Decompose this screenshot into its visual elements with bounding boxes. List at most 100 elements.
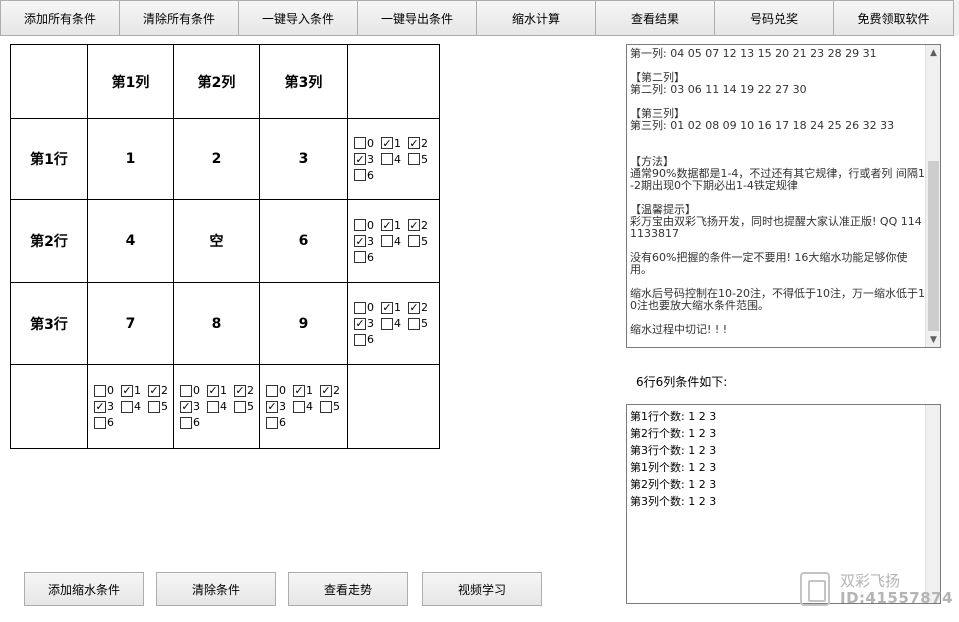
count-checkbox[interactable]: 0 xyxy=(180,384,205,397)
count-checkbox[interactable]: ✓ 2 xyxy=(320,384,345,397)
checkbox-box[interactable] xyxy=(354,169,366,181)
checkbox-box[interactable]: ✓ xyxy=(293,384,305,397)
count-checkbox[interactable]: 6 xyxy=(266,416,291,429)
count-checkbox[interactable]: 6 xyxy=(94,416,119,429)
checkbox-box[interactable] xyxy=(180,416,192,429)
count-checkbox[interactable]: ✓ 1 xyxy=(381,219,406,232)
count-checkbox[interactable]: ✓ 1 xyxy=(121,384,146,397)
clear-condition-button[interactable]: 清除条件 xyxy=(156,572,276,606)
count-checkbox[interactable]: 4 xyxy=(293,400,318,413)
count-checkbox[interactable]: 0 xyxy=(266,384,291,397)
scroll-down-arrow-icon[interactable]: ▼ xyxy=(926,332,940,347)
count-checkbox[interactable]: 0 xyxy=(354,301,379,314)
checkbox-box[interactable] xyxy=(408,153,420,165)
checkbox-box[interactable] xyxy=(408,235,420,247)
count-checkbox[interactable]: 6 xyxy=(354,251,379,264)
checkbox-box[interactable] xyxy=(408,317,420,330)
count-checkbox[interactable]: 0 xyxy=(94,384,119,397)
checkbox-box[interactable]: ✓ xyxy=(354,317,366,330)
view-trend-button[interactable]: 查看走势 xyxy=(288,572,408,606)
checkbox-box[interactable] xyxy=(381,235,393,247)
count-checkbox[interactable]: 4 xyxy=(381,317,406,330)
count-checkbox[interactable]: 5 xyxy=(408,317,433,330)
count-checkbox[interactable]: 5 xyxy=(148,400,173,413)
count-checkbox[interactable]: ✓ 2 xyxy=(148,384,173,397)
checkbox-box[interactable]: ✓ xyxy=(207,384,219,397)
checkbox-box[interactable] xyxy=(207,400,219,413)
checkbox-box[interactable]: ✓ xyxy=(266,400,278,413)
checkbox-box[interactable] xyxy=(381,317,393,330)
count-checkbox[interactable]: ✓ 3 xyxy=(354,235,379,248)
count-checkbox[interactable]: 4 xyxy=(381,235,406,248)
checkbox-box[interactable]: ✓ xyxy=(408,219,420,231)
count-checkbox[interactable]: ✓ 1 xyxy=(293,384,318,397)
checkbox-box[interactable] xyxy=(354,333,366,346)
count-checkbox[interactable]: ✓ 1 xyxy=(207,384,232,397)
info-scroll-thumb[interactable] xyxy=(928,161,939,331)
checkbox-box[interactable] xyxy=(148,400,160,413)
count-checkbox[interactable]: 5 xyxy=(408,153,433,166)
view-results-button[interactable]: 查看结果 xyxy=(595,0,715,36)
checkbox-box[interactable]: ✓ xyxy=(121,384,133,397)
number-prize-check-button[interactable]: 号码兑奖 xyxy=(714,0,834,36)
checkbox-box[interactable] xyxy=(354,301,366,314)
count-checkbox[interactable]: ✓ 3 xyxy=(94,400,119,413)
checkbox-box[interactable] xyxy=(234,400,246,413)
checkbox-box[interactable] xyxy=(354,137,366,149)
import-conditions-button[interactable]: 一键导入条件 xyxy=(238,0,358,36)
checkbox-box[interactable] xyxy=(266,416,278,429)
checkbox-box[interactable]: ✓ xyxy=(320,384,332,397)
clear-all-conditions-button[interactable]: 清除所有条件 xyxy=(119,0,239,36)
count-checkbox[interactable]: ✓ 2 xyxy=(408,137,433,150)
count-checkbox[interactable]: ✓ 2 xyxy=(408,219,433,232)
checkbox-box[interactable]: ✓ xyxy=(381,301,393,314)
checkbox-box[interactable]: ✓ xyxy=(408,301,420,314)
info-textarea[interactable]: 第一列: 04 05 07 12 13 15 20 21 23 28 29 31… xyxy=(626,44,941,348)
count-checkbox[interactable]: ✓ 2 xyxy=(234,384,259,397)
export-conditions-button[interactable]: 一键导出条件 xyxy=(357,0,477,36)
checkbox-box[interactable]: ✓ xyxy=(148,384,160,397)
checkbox-box[interactable]: ✓ xyxy=(354,235,366,247)
scroll-up-arrow-icon[interactable]: ▲ xyxy=(926,45,940,60)
checkbox-box[interactable] xyxy=(354,219,366,231)
checkbox-box[interactable] xyxy=(94,416,106,429)
count-checkbox[interactable]: 5 xyxy=(408,235,433,248)
checkbox-box[interactable]: ✓ xyxy=(94,400,106,413)
checkbox-box[interactable]: ✓ xyxy=(408,137,420,149)
checkbox-box[interactable] xyxy=(266,384,278,397)
count-checkbox[interactable]: 4 xyxy=(207,400,232,413)
add-shrink-condition-button[interactable]: 添加缩水条件 xyxy=(24,572,144,606)
count-checkbox[interactable]: 0 xyxy=(354,137,379,150)
info-scrollbar[interactable]: ▲ ▼ xyxy=(925,45,940,347)
count-checkbox[interactable]: 4 xyxy=(121,400,146,413)
count-checkbox[interactable]: 5 xyxy=(234,400,259,413)
count-checkbox[interactable]: 6 xyxy=(354,169,379,182)
checkbox-box[interactable]: ✓ xyxy=(381,137,393,149)
checkbox-box[interactable] xyxy=(121,400,133,413)
add-all-conditions-button[interactable]: 添加所有条件 xyxy=(0,0,120,36)
shrink-calculate-button[interactable]: 缩水计算 xyxy=(476,0,596,36)
checkbox-box[interactable]: ✓ xyxy=(354,153,366,165)
checkbox-box[interactable] xyxy=(293,400,305,413)
count-checkbox[interactable]: 5 xyxy=(320,400,345,413)
count-checkbox[interactable]: ✓ 3 xyxy=(266,400,291,413)
count-checkbox[interactable]: 0 xyxy=(354,219,379,232)
count-checkbox[interactable]: 4 xyxy=(381,153,406,166)
checkbox-box[interactable]: ✓ xyxy=(381,219,393,231)
count-checkbox[interactable]: 6 xyxy=(354,333,379,346)
checkbox-box[interactable] xyxy=(381,153,393,165)
count-checkbox[interactable]: ✓ 1 xyxy=(381,301,406,314)
count-checkbox[interactable]: ✓ 3 xyxy=(354,153,379,166)
count-checkbox[interactable]: ✓ 3 xyxy=(354,317,379,330)
count-checkbox[interactable]: ✓ 3 xyxy=(180,400,205,413)
free-software-button[interactable]: 免费领取软件 xyxy=(833,0,954,36)
checkbox-box[interactable] xyxy=(320,400,332,413)
count-checkbox[interactable]: ✓ 1 xyxy=(381,137,406,150)
video-learning-button[interactable]: 视频学习 xyxy=(422,572,542,606)
checkbox-box[interactable] xyxy=(180,384,192,397)
checkbox-box[interactable]: ✓ xyxy=(180,400,192,413)
checkbox-box[interactable]: ✓ xyxy=(234,384,246,397)
checkbox-box[interactable] xyxy=(354,251,366,263)
count-checkbox[interactable]: ✓ 2 xyxy=(408,301,433,314)
count-checkbox[interactable]: 6 xyxy=(180,416,205,429)
